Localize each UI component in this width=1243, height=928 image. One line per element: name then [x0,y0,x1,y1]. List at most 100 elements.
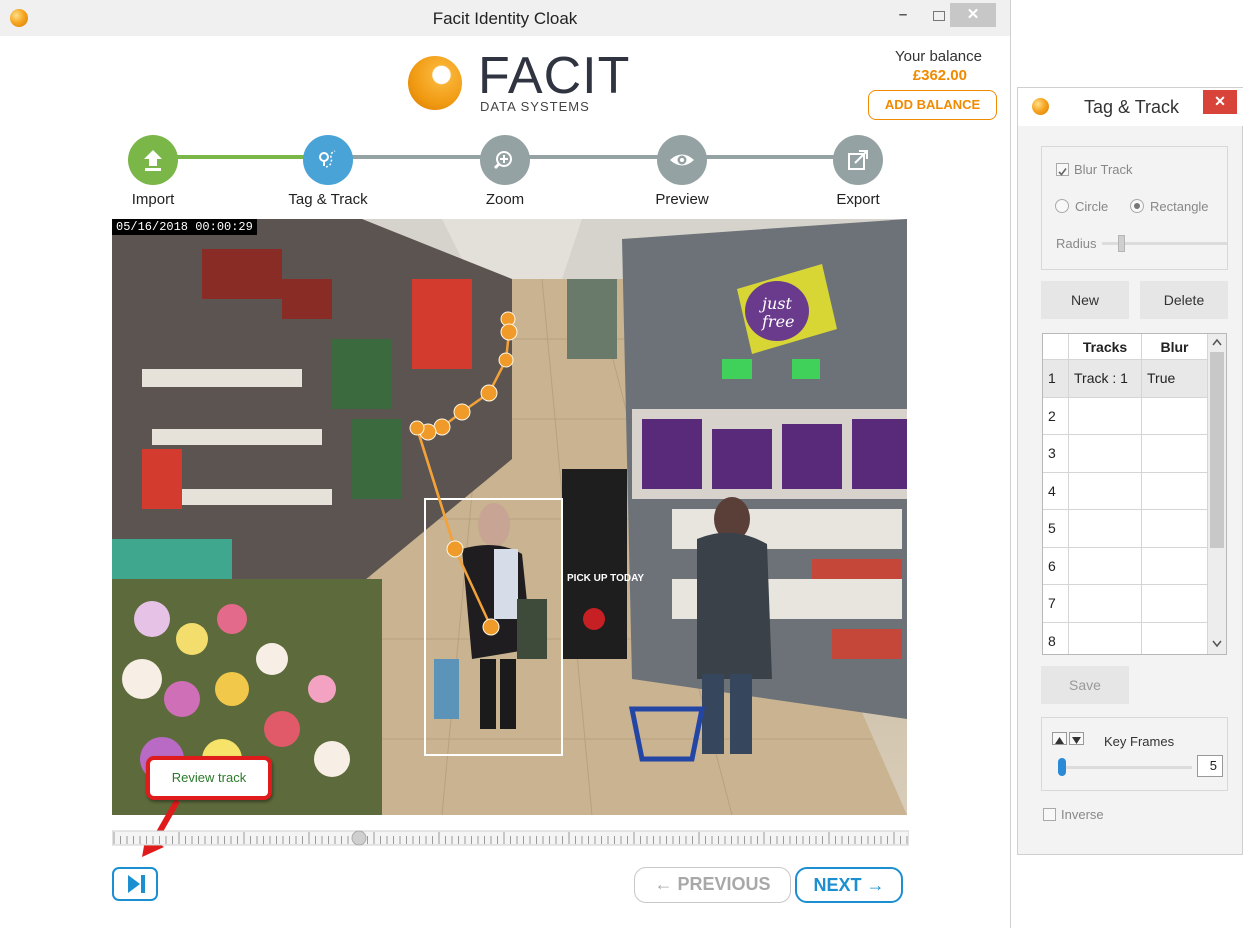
step-connector [327,155,857,159]
video-timestamp: 05/16/2018 00:00:29 [112,219,257,235]
panel-app-icon [1032,98,1049,115]
key-frames-slider-thumb[interactable] [1058,758,1066,776]
track-name-cell[interactable] [1069,585,1142,623]
step-import[interactable]: Import [103,135,203,208]
table-row[interactable]: 5 [1043,510,1208,548]
blur-value-cell[interactable] [1142,585,1208,623]
blur-value-cell[interactable] [1142,472,1208,510]
column-header-tracks[interactable]: Tracks [1069,334,1142,360]
step-label: Preview [655,191,709,208]
track-name-cell[interactable] [1069,622,1142,654]
panel-close-button[interactable]: ✕ [1203,90,1237,114]
arrow-right-icon: → [866,875,885,895]
step-zoom[interactable]: Zoom [455,135,555,208]
track-name-cell[interactable] [1069,510,1142,548]
arrow-left-icon: ← [654,874,673,894]
next-button[interactable]: NEXT → [795,867,903,903]
blur-value-cell[interactable] [1142,622,1208,654]
close-button[interactable]: ✕ [950,3,996,27]
table-row[interactable]: 6 [1043,547,1208,585]
store-scene: just free PICK UP TODAY [112,219,907,815]
column-header-blur[interactable]: Blur [1142,334,1208,360]
minimize-button[interactable]: – [886,3,920,27]
radius-slider-thumb[interactable] [1118,235,1125,252]
key-frame-down-button[interactable] [1069,732,1084,745]
key-frame-up-button[interactable] [1052,732,1067,745]
next-label: NEXT [813,875,862,895]
blur-value-cell[interactable] [1142,510,1208,548]
balance-value: £362.00 [912,67,967,84]
table-row[interactable]: 7 [1043,585,1208,623]
step-label: Tag & Track [288,191,368,208]
scroll-up-icon [1212,338,1222,346]
main-window: Facit Identity Cloak – ✕ FACIT DATA SYST… [0,0,1011,928]
logo-subtitle: DATA SYSTEMS [480,99,590,114]
table-row[interactable]: 3 [1043,435,1208,473]
previous-button[interactable]: ← PREVIOUS [634,867,791,903]
logo-ball-icon [408,56,462,110]
table-row[interactable]: 2 [1043,397,1208,435]
row-number: 8 [1043,622,1069,654]
row-number: 2 [1043,397,1069,435]
table-row[interactable]: 8 [1043,622,1208,654]
panel-title-bar[interactable]: Tag & Track ✕ [1018,88,1243,126]
step-label: Import [131,191,175,208]
row-number: 4 [1043,472,1069,510]
save-button[interactable]: Save [1041,666,1129,704]
tracks-table: Tracks Blur 1 Track : 1 True 2 3 4 5 6 7 8 [1042,333,1227,655]
step-forward-icon [128,875,145,893]
blur-value-cell[interactable] [1142,547,1208,585]
step-label: Zoom [485,191,525,208]
rectangle-label: Rectangle [1150,199,1209,214]
step-label: Export [836,191,880,208]
row-number: 7 [1043,585,1069,623]
table-corner [1043,334,1069,360]
circle-label: Circle [1075,199,1109,214]
delete-track-button[interactable]: Delete [1140,281,1228,319]
track-name-cell[interactable] [1069,435,1142,473]
step-export[interactable]: Export [808,135,908,208]
add-balance-button[interactable]: ADD BALANCE [868,90,997,120]
table-row[interactable]: 1 Track : 1 True [1043,360,1208,398]
new-track-button[interactable]: New [1041,281,1129,319]
play-next-frame-button[interactable] [112,867,158,901]
key-frames-label: Key Frames [1104,734,1175,749]
triangle-down-icon [1072,737,1081,744]
panel-title: Tag & Track [1084,97,1180,117]
eye-icon [657,135,707,185]
step-preview[interactable]: Preview [632,135,732,208]
triangle-up-icon [1055,737,1064,744]
video-frame[interactable]: just free PICK UP TODAY 05/16/2018 00:00… [112,219,907,815]
scroll-down-icon [1212,640,1222,648]
blur-value-cell[interactable] [1142,435,1208,473]
key-frames-group: Key Frames 5 [1041,717,1228,791]
facit-logo: FACIT DATA SYSTEMS [408,48,629,116]
table-row[interactable]: 4 [1043,472,1208,510]
blur-value-cell[interactable]: True [1142,360,1208,398]
row-number: 1 [1043,360,1069,398]
inverse-checkbox[interactable] [1043,808,1056,821]
track-name-cell[interactable]: Track : 1 [1069,360,1142,398]
table-scrollbar[interactable] [1208,334,1226,654]
blur-track-checkbox[interactable] [1056,163,1069,176]
circle-radio[interactable] [1055,199,1069,213]
rectangle-radio[interactable] [1130,199,1144,213]
workflow-steps: Import Tag & Track Zoom Preview Export [100,130,920,210]
title-bar[interactable]: Facit Identity Cloak – ✕ [0,0,1010,36]
track-name-cell[interactable] [1069,472,1142,510]
row-number: 3 [1043,435,1069,473]
blur-value-cell[interactable] [1142,397,1208,435]
step-tag-track[interactable]: Tag & Track [278,135,378,208]
timeline-ruler[interactable] [112,828,909,848]
pick-up-sign: PICK UP TODAY [567,573,644,584]
key-frames-slider-track[interactable] [1062,766,1192,769]
inverse-label: Inverse [1061,807,1104,822]
balance-label: Your balance [894,48,982,65]
scroll-thumb[interactable] [1210,352,1224,548]
key-frames-input[interactable]: 5 [1197,755,1223,777]
track-name-cell[interactable] [1069,397,1142,435]
svg-text:just: just [759,294,792,313]
track-name-cell[interactable] [1069,547,1142,585]
row-number: 5 [1043,510,1069,548]
svg-text:free: free [761,312,795,331]
